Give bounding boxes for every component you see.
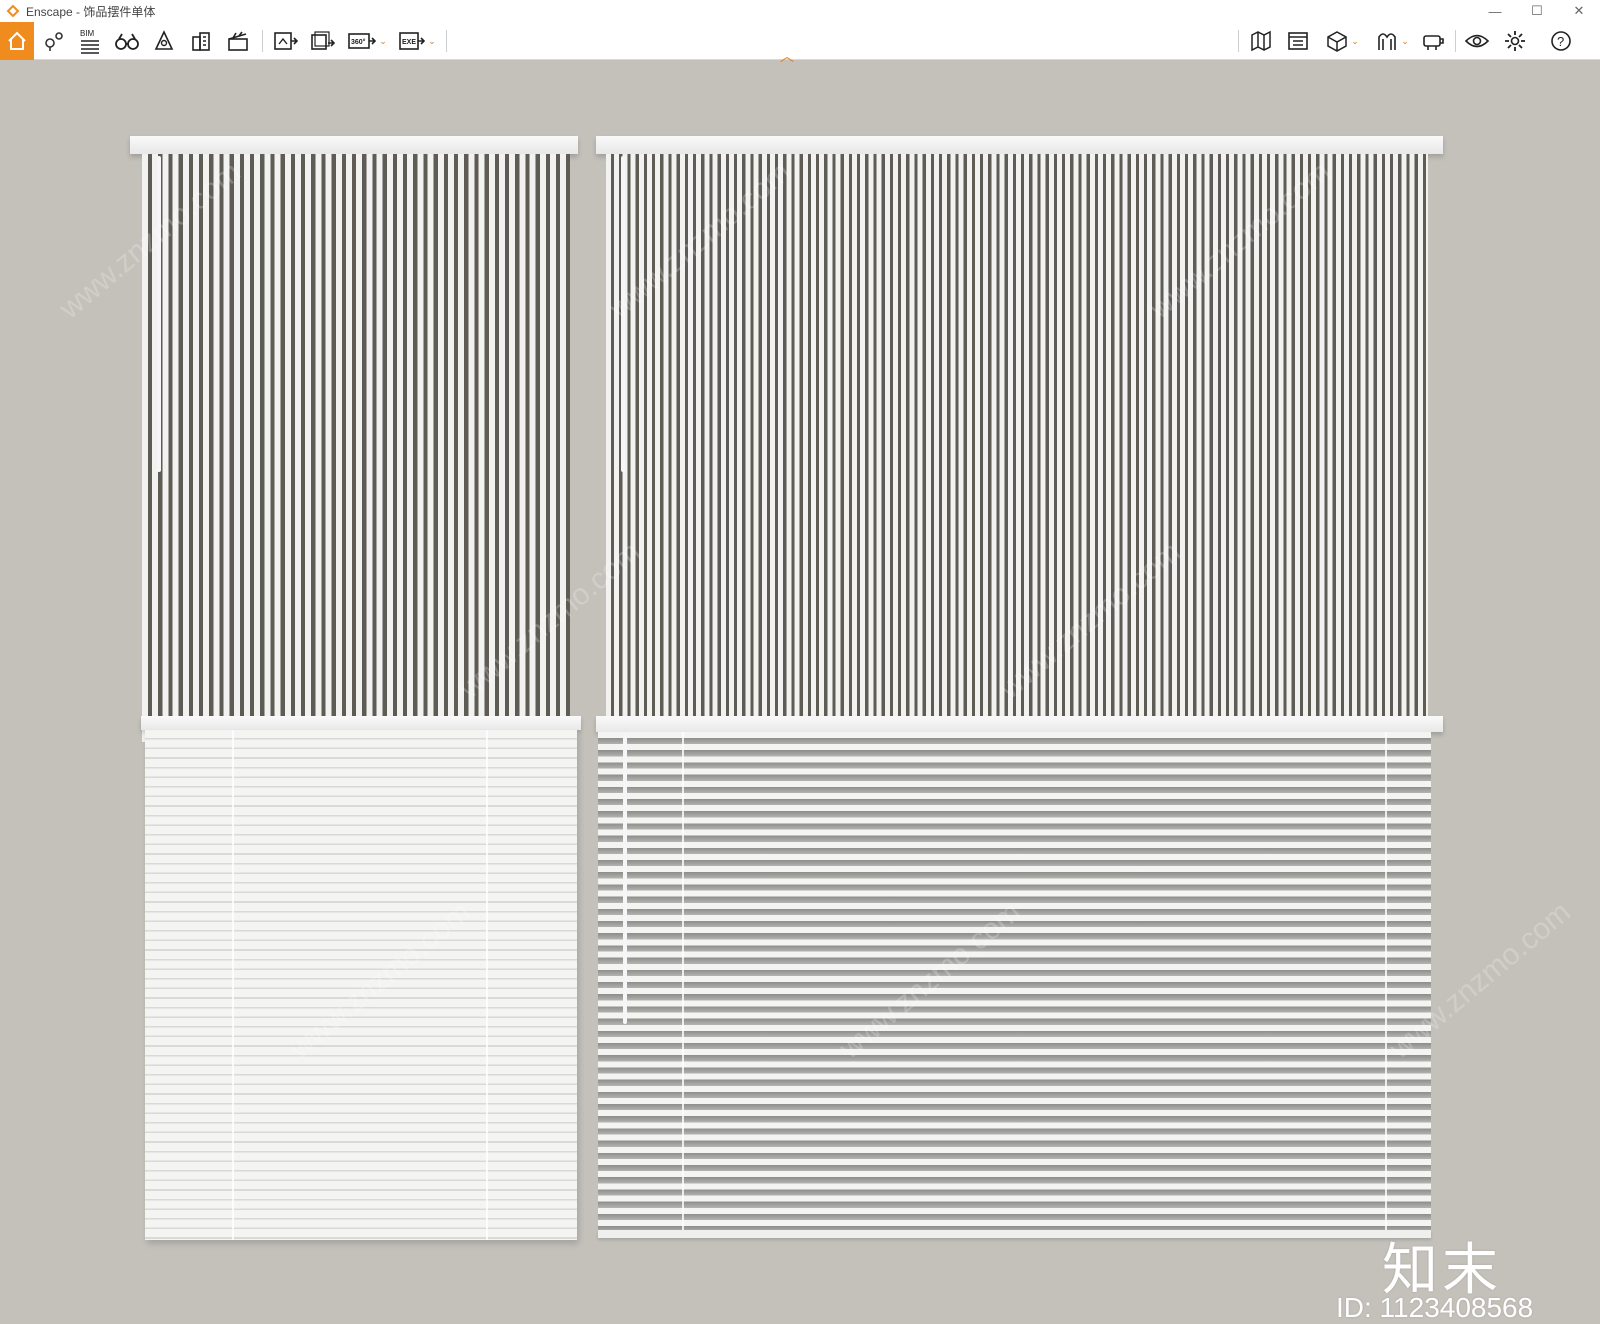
svg-text:BIM: BIM xyxy=(80,29,95,38)
toolbar-separator xyxy=(262,30,263,52)
asset-library-button[interactable] xyxy=(186,22,216,60)
headrail xyxy=(596,136,1443,154)
binoculars-button[interactable] xyxy=(112,22,142,60)
batch-render-button[interactable] xyxy=(307,22,337,60)
cube-icon xyxy=(1327,31,1347,52)
headrail xyxy=(596,716,1443,732)
headrail xyxy=(141,716,581,730)
screenshot-button[interactable] xyxy=(270,22,300,60)
home-icon xyxy=(8,31,26,50)
tilt-wand xyxy=(623,734,627,1024)
export-exe-button[interactable]: EXE ⌄ xyxy=(395,22,439,60)
horizontal-slats xyxy=(145,730,577,1240)
svg-text:EXE: EXE xyxy=(402,39,416,46)
screenshot-icon xyxy=(274,32,298,50)
atmosphere-icon xyxy=(154,30,174,50)
bottom-rail xyxy=(598,1230,1431,1238)
visibility-button[interactable] xyxy=(1462,22,1492,60)
upload-icon xyxy=(1288,32,1308,50)
settings-button[interactable] xyxy=(1500,22,1530,60)
minimize-button[interactable]: — xyxy=(1474,0,1516,22)
chevron-down-icon[interactable]: ⌄ xyxy=(428,36,436,47)
batch-render-icon xyxy=(311,31,335,50)
headrail xyxy=(130,136,578,154)
svg-text:360°: 360° xyxy=(351,38,366,46)
toolbar-separator xyxy=(1238,30,1239,52)
svg-text:?: ? xyxy=(1557,34,1564,49)
bim-button[interactable]: BIM xyxy=(75,22,105,60)
asset-library-icon xyxy=(192,32,210,51)
panorama-360-icon: 360° xyxy=(348,33,377,49)
settings-icon xyxy=(1505,31,1525,51)
help-button[interactable]: ? xyxy=(1546,22,1576,60)
view-management-icon xyxy=(45,32,63,51)
help-icon: ? xyxy=(1551,31,1571,51)
vr-headset-icon xyxy=(1423,35,1444,50)
vr-headset-button[interactable] xyxy=(1418,22,1448,60)
binoculars-icon xyxy=(115,33,139,50)
cube-button[interactable]: ⌄ xyxy=(1320,22,1364,60)
chevron-down-icon[interactable]: ⌄ xyxy=(1351,36,1359,47)
ladder-string xyxy=(486,730,488,1240)
ladder-string xyxy=(682,732,684,1232)
atmosphere-button[interactable] xyxy=(149,22,179,60)
toolbar: BIM 360° ⌄ EXE ⌄ ⌄ ⌄ ? xyxy=(0,22,1600,60)
chevron-down-icon[interactable]: ⌄ xyxy=(379,36,387,47)
home-button[interactable] xyxy=(0,22,34,60)
window-title: Enscape - 饰品摆件单体 xyxy=(26,4,156,19)
chevron-down-icon[interactable]: ⌄ xyxy=(1401,36,1409,47)
render-viewport[interactable]: www.znzmo.com www.znzmo.com www.znzmo.co… xyxy=(0,60,1600,1323)
map-button[interactable] xyxy=(1246,22,1276,60)
video-editor-icon xyxy=(228,31,248,51)
toolbar-separator xyxy=(1455,30,1456,52)
image-id-label: ID: 1123408568 xyxy=(1336,1292,1534,1323)
video-editor-button[interactable] xyxy=(223,22,253,60)
bim-icon: BIM xyxy=(80,29,99,54)
visibility-icon xyxy=(1464,34,1490,48)
vertical-slats xyxy=(142,154,570,742)
enscape-logo-icon xyxy=(6,4,20,18)
materials-button[interactable]: ⌄ xyxy=(1370,22,1414,60)
title-bar: Enscape - 饰品摆件单体 — ☐ ✕ xyxy=(0,0,1600,22)
tilt-wand xyxy=(157,156,161,472)
horizontal-slats xyxy=(598,732,1431,1232)
view-management-button[interactable] xyxy=(38,22,70,60)
panorama-360-button[interactable]: 360° ⌄ xyxy=(344,22,390,60)
close-button[interactable]: ✕ xyxy=(1558,0,1600,22)
ladder-string xyxy=(232,730,234,1240)
vertical-slats xyxy=(606,154,1428,742)
toolbar-separator xyxy=(446,30,447,52)
upload-button[interactable] xyxy=(1283,22,1313,60)
ladder-string xyxy=(1385,732,1387,1232)
maximize-button[interactable]: ☐ xyxy=(1516,0,1558,22)
map-icon xyxy=(1251,30,1271,52)
tilt-wand xyxy=(621,156,625,472)
export-exe-icon: EXE xyxy=(399,32,426,50)
materials-icon xyxy=(1378,33,1397,50)
